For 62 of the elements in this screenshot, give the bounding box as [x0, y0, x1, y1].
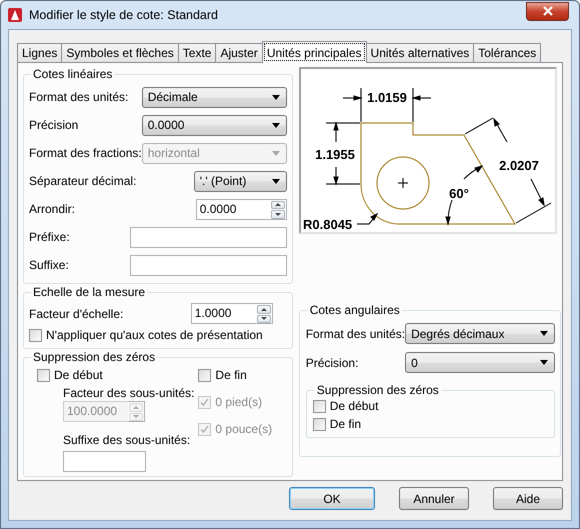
dimension-label: 1.0159	[366, 90, 407, 105]
checkbox-label: De début	[330, 399, 378, 413]
checkbox[interactable]	[37, 368, 50, 382]
dropdown[interactable]: Décimale	[142, 86, 287, 108]
group-title: Suppression des zéros	[316, 383, 440, 397]
text-field[interactable]	[130, 226, 287, 248]
group-title: Echelle de la mesure	[32, 285, 146, 299]
dimension-label: R0.8045	[302, 217, 352, 232]
field-label: Facteur d'échelle:	[29, 306, 124, 320]
text-field[interactable]	[63, 451, 146, 472]
dialog-button[interactable]: Annuler	[399, 487, 469, 510]
checkbox[interactable]	[29, 328, 42, 342]
dropdown[interactable]: Degrés décimaux	[405, 323, 556, 344]
tab[interactable]: Texte	[178, 43, 216, 62]
tab[interactable]: Unités alternatives	[366, 43, 474, 62]
field-label: Suffixe:	[29, 258, 69, 272]
text-field[interactable]	[130, 254, 287, 276]
checkbox[interactable]	[312, 418, 326, 430]
window-title: Modifier le style de cote: Standard	[29, 8, 219, 22]
close-button[interactable]	[526, 2, 569, 20]
checkbox[interactable]	[312, 400, 326, 412]
tab[interactable]: Lignes	[17, 43, 62, 62]
dimension-label: 2.0207	[498, 158, 539, 173]
group-title: Suppression des zéros	[32, 350, 156, 364]
dropdown[interactable]: 0.0000	[142, 114, 287, 136]
field-label: Séparateur décimal:	[29, 174, 136, 188]
dropdown-arrow-icon	[540, 360, 548, 365]
dialog-button[interactable]: OK	[289, 487, 375, 510]
tab[interactable]: Ajuster	[215, 43, 263, 62]
checkbox-label: De fin	[215, 368, 247, 382]
field-label: Facteur des sous-unités:	[63, 386, 194, 401]
dimension-label: 60°	[448, 186, 469, 201]
checkbox[interactable]	[198, 368, 212, 382]
dropdown-arrow-icon	[540, 331, 548, 336]
field-label: Précision:	[306, 356, 358, 370]
field-label: Format des unités:	[306, 326, 406, 340]
dropdown-arrow-icon	[272, 94, 280, 100]
tab[interactable]: Symboles et flèches	[61, 43, 179, 62]
field-label: Préfixe:	[29, 230, 70, 244]
dropdown-arrow-icon	[272, 122, 280, 128]
checkbox-label: 0 pouce(s)	[215, 422, 272, 436]
field-label: Arrondir:	[29, 202, 76, 216]
tab[interactable]: Unités principales	[262, 41, 367, 63]
dialog-button[interactable]: Aide	[493, 487, 563, 510]
field-label: Précision	[29, 118, 78, 132]
group-title: Cotes linéaires	[32, 67, 114, 81]
close-icon	[542, 6, 554, 16]
field-label: Format des fractions:	[29, 146, 142, 160]
dropdown[interactable]: 0	[405, 352, 556, 373]
checkbox-label: De fin	[330, 417, 362, 431]
tab[interactable]: Tolérances	[473, 43, 542, 62]
dropdown[interactable]: '.' (Point)	[194, 170, 287, 192]
dimension-label: 1.1955	[314, 147, 355, 162]
group-title: Cotes angulaires	[308, 303, 401, 317]
field-label: Suffixe des sous-unités:	[63, 433, 192, 448]
checkbox-label: N'appliquer qu'aux cotes de présentation	[46, 328, 263, 342]
dropdown-arrow-icon	[272, 150, 280, 156]
checkbox-label: 0 pied(s)	[215, 395, 262, 409]
dropdown-arrow-icon	[272, 178, 280, 184]
field-label: Format des unités:	[29, 90, 128, 104]
app-icon	[7, 7, 23, 23]
checkbox-label: De début	[54, 368, 103, 382]
